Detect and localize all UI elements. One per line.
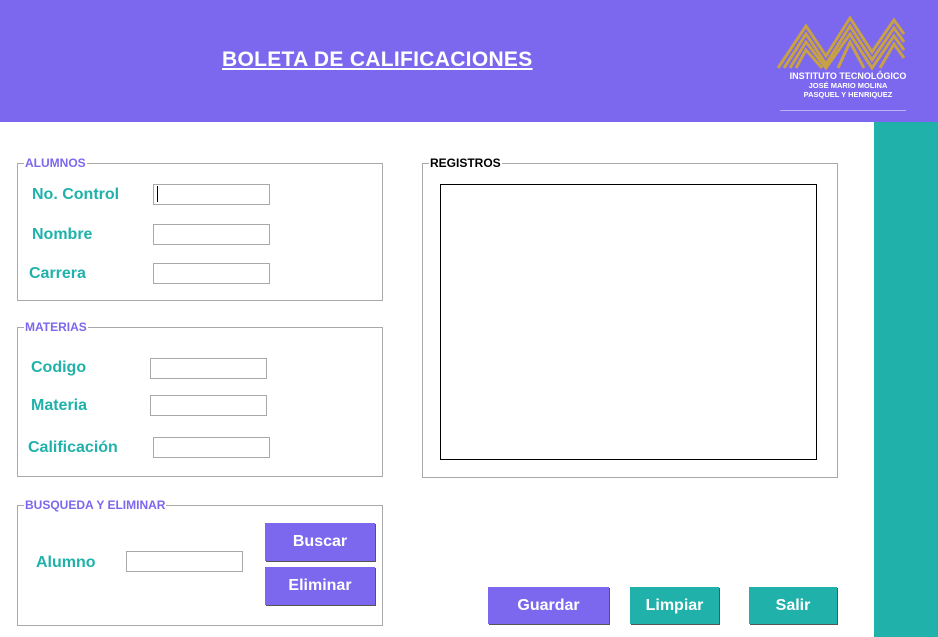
text-cursor	[157, 186, 158, 202]
no-control-label: No. Control	[32, 186, 120, 203]
no-control-input[interactable]	[153, 184, 270, 205]
institute-logo-icon	[776, 15, 906, 70]
logo-divider	[780, 110, 906, 111]
alumno-search-input[interactable]	[126, 551, 243, 572]
institute-name-line3: PASQUEL Y HENRIQUEZ	[803, 90, 893, 99]
nombre-label: Nombre	[32, 226, 93, 243]
registros-list[interactable]	[440, 184, 817, 460]
registros-group-title: REGISTROS	[429, 156, 502, 171]
right-side-strip	[874, 122, 938, 637]
salir-button[interactable]: Salir	[749, 587, 837, 624]
header-banner: BOLETA DE CALIFICACIONES INSTITUTO TECNO…	[0, 0, 938, 122]
busqueda-group-title: BUSQUEDA Y ELIMINAR	[24, 498, 167, 513]
calificacion-label: Calificación	[28, 439, 118, 456]
carrera-input[interactable]	[153, 263, 270, 284]
buscar-button[interactable]: Buscar	[265, 523, 375, 561]
eliminar-button[interactable]: Eliminar	[265, 567, 375, 605]
carrera-label: Carrera	[29, 265, 86, 282]
nombre-input[interactable]	[153, 224, 270, 245]
alumno-search-label: Alumno	[36, 554, 96, 571]
institute-name-line2: JOSÉ MARIO MOLINA	[808, 81, 888, 90]
alumnos-group-title: ALUMNOS	[24, 156, 87, 171]
institute-name-line1: INSTITUTO TECNOLÓGICO	[789, 71, 907, 81]
page-title: BOLETA DE CALIFICACIONES	[222, 48, 533, 71]
institute-name: INSTITUTO TECNOLÓGICO JOSÉ MARIO MOLINA …	[758, 71, 938, 100]
materias-group-title: MATERIAS	[24, 320, 88, 335]
materia-label: Materia	[31, 397, 88, 414]
institute-logo: INSTITUTO TECNOLÓGICO JOSÉ MARIO MOLINA …	[758, 12, 938, 114]
guardar-button[interactable]: Guardar	[488, 587, 609, 624]
codigo-input[interactable]	[150, 358, 267, 379]
materia-input[interactable]	[150, 395, 267, 416]
codigo-label: Codigo	[31, 359, 87, 376]
calificacion-input[interactable]	[153, 437, 270, 458]
limpiar-button[interactable]: Limpiar	[630, 587, 719, 624]
